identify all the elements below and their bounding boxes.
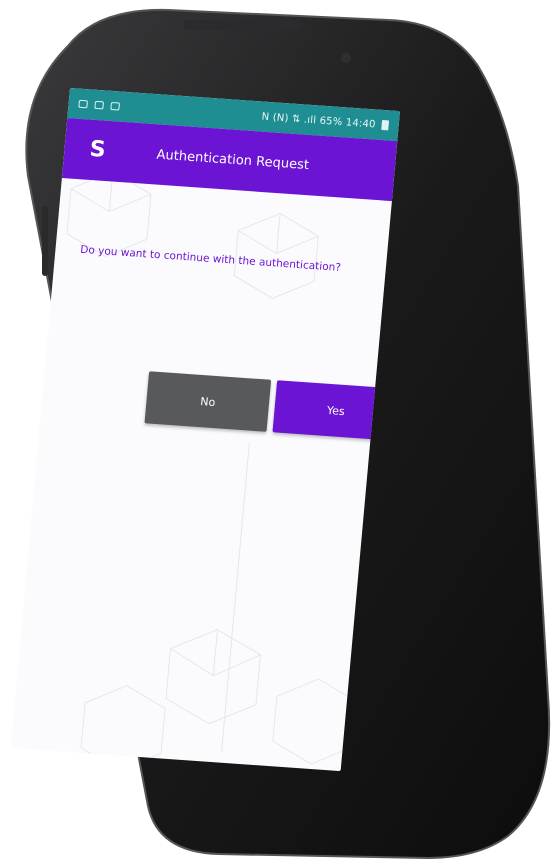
volume-button[interactable] — [42, 206, 48, 276]
image-icon — [78, 99, 89, 109]
message-icon — [110, 101, 121, 111]
app-title: Authentication Request — [155, 146, 310, 173]
battery-icon — [381, 119, 390, 131]
app-icon — [94, 100, 105, 110]
brand-logo-icon[interactable]: S — [86, 137, 110, 163]
status-left-icons — [78, 99, 121, 111]
yes-button-label: Yes — [326, 403, 346, 418]
no-button-label: No — [199, 394, 216, 409]
camera-icon — [341, 53, 351, 63]
no-button[interactable]: No — [144, 371, 272, 432]
status-text: N (N) ⇅ .ıll 65% 14:40 — [261, 111, 377, 130]
phone-screen: N (N) ⇅ .ıll 65% 14:40 S Authentication … — [10, 88, 400, 772]
status-right: N (N) ⇅ .ıll 65% 14:40 — [261, 111, 390, 131]
earpiece — [183, 20, 303, 30]
device-mockup: N (N) ⇅ .ıll 65% 14:40 S Authentication … — [0, 0, 560, 865]
